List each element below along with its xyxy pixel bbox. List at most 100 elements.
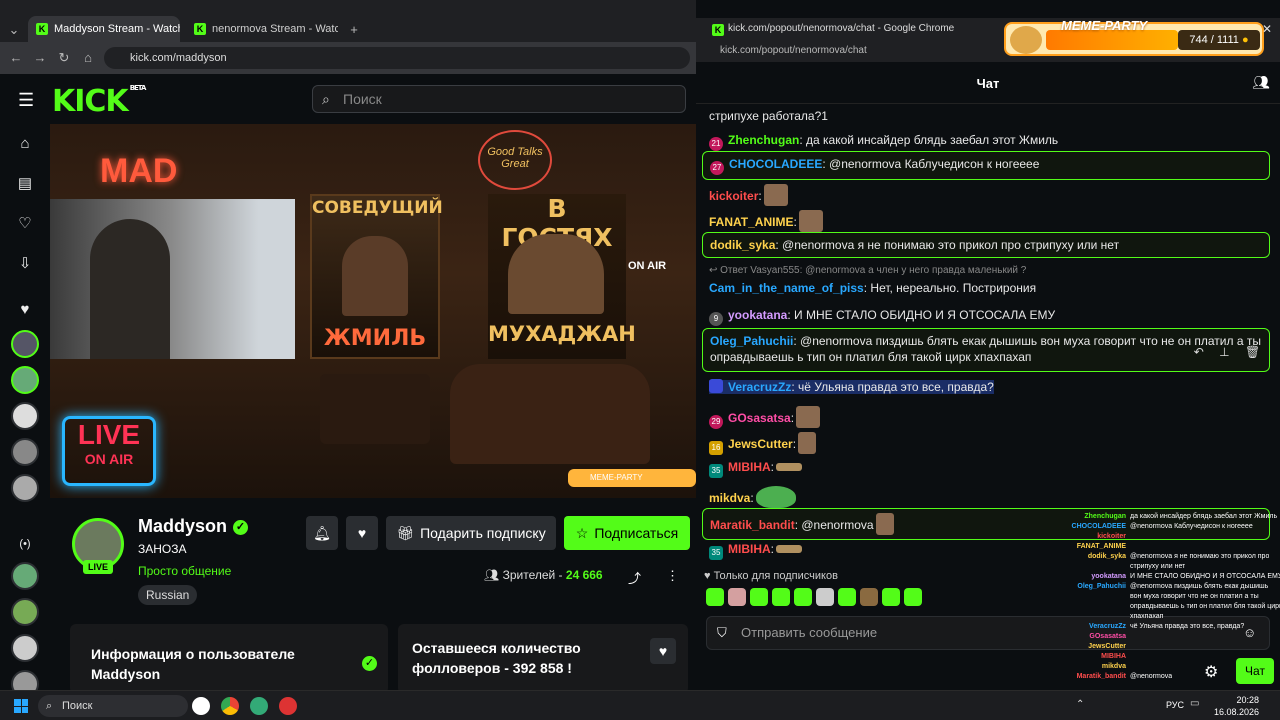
yandex-browser-icon[interactable] (192, 697, 210, 715)
quick-emote-row (706, 588, 946, 608)
network-icon[interactable]: ▭ (1190, 698, 1199, 709)
emote-icon[interactable] (904, 588, 922, 606)
followed-channel-avatar[interactable] (11, 402, 39, 430)
sub-badge-icon: 16 (709, 441, 723, 455)
chat-username[interactable]: yookatana (728, 308, 787, 322)
overlay-chat-row: оправдываешь ь тип он платил бля такой ц… (1130, 603, 1280, 610)
about-user-title: Информация о пользователе Maddyson (91, 646, 295, 682)
emote-icon[interactable] (706, 588, 724, 606)
live-channels-icon[interactable]: (•) (13, 532, 37, 556)
streamer-silhouette (90, 219, 170, 359)
emote-icon[interactable] (728, 588, 746, 606)
taskbar-clock[interactable]: 20:28 16.08.2026 (1214, 694, 1259, 718)
chat-message[interactable]: Cam_in_the_name_of_piss: Нет, нереально.… (702, 276, 1270, 300)
followed-channel-avatar[interactable] (11, 438, 39, 466)
delete-icon[interactable]: 🗑︎ (1245, 345, 1260, 359)
subscribe-button[interactable]: ☆ Подписаться (564, 516, 690, 550)
language-indicator[interactable]: РУС (1166, 700, 1184, 710)
recommended-channel-avatar[interactable] (11, 562, 39, 590)
tab-search-icon[interactable]: ⌄ (6, 22, 22, 38)
follow-heart-button[interactable]: ♥ (650, 638, 676, 664)
recommended-channel-avatar[interactable] (11, 598, 39, 626)
streamer-name[interactable]: Maddyson ✓ (138, 516, 249, 537)
menu-icon[interactable]: ☰ (18, 90, 34, 111)
shield-icon: ⛉ (717, 625, 727, 640)
poster-cohost: СОВЕДУЩИЙ ЖМИЛЬ (310, 194, 443, 359)
verified-icon: ✓ (233, 520, 249, 535)
search-icon: ⌕ (322, 91, 330, 107)
search-input[interactable]: ⌕ Поиск (312, 85, 686, 113)
new-tab-button[interactable]: + (346, 22, 362, 38)
chrome-icon[interactable] (221, 697, 239, 715)
share-icon[interactable]: ⤴ (628, 568, 641, 587)
chat-message[interactable]: 9 yookatana: И МНЕ СТАЛО ОБИДНО И Я ОТСОС… (702, 303, 1270, 330)
chat-username[interactable]: Zhenchugan (728, 133, 799, 147)
app-icon[interactable] (250, 697, 268, 715)
chat-message[interactable]: 35 MIBIHA: (702, 455, 1270, 482)
back-icon[interactable]: ← (8, 50, 24, 66)
kick-favicon-icon: K (36, 23, 48, 35)
poster-guest: В ГОСТЯХ МУХАДЖАН (488, 194, 636, 359)
chat-message[interactable]: 27 CHOCOLADEEE: @nenormova Каблучедисон к… (702, 151, 1270, 180)
window-close-icon[interactable]: ✕ (1262, 22, 1272, 36)
chat-username[interactable]: Cam_in_the_name_of_piss (709, 281, 864, 295)
chat-message[interactable]: VeracruzZz: чё Ульяна правда это все, пр… (702, 375, 1270, 399)
chat-message-highlighted[interactable]: Oleg_Pahuchii: @nenormova пиздишь блять … (702, 328, 1270, 372)
followed-channel-avatar[interactable] (11, 366, 39, 394)
followed-channel-avatar[interactable] (11, 474, 39, 502)
chat-username[interactable]: CHOCOLADEEE (729, 157, 822, 171)
emote-icon[interactable] (816, 588, 834, 606)
app-icon[interactable] (279, 697, 297, 715)
chat-username[interactable]: kickoiter (709, 189, 758, 203)
chat-message[interactable]: dodik_syka: @nenormova я не понимаю это … (702, 232, 1270, 258)
recommended-channel-avatar[interactable] (11, 670, 39, 690)
stream-language-tag[interactable]: Russian (138, 585, 198, 605)
notifications-bell-button[interactable]: 🔔︎ (306, 516, 338, 550)
chat-username[interactable]: MIBIHA (728, 460, 771, 474)
pin-icon[interactable]: ⊥ (1219, 345, 1229, 359)
tab-maddyson[interactable]: K Maddyson Stream - Watch ✕ (28, 16, 180, 42)
emote-icon[interactable] (772, 588, 790, 606)
taskbar-search[interactable]: ⌕ Поиск (38, 695, 188, 717)
about-user-card: Информация о пользователе Maddyson ✓ (70, 624, 388, 690)
reload-icon[interactable]: ↻ (56, 50, 72, 66)
gift-subscription-button[interactable]: 🎁︎ Подарить подписку (386, 516, 556, 550)
emote-icon[interactable] (838, 588, 856, 606)
clips-icon[interactable]: ⇩ (13, 252, 37, 276)
video-player[interactable]: MAD СОВЕДУЩИЙ ЖМИЛЬ Good Talks Great В Г… (50, 124, 696, 498)
url-field[interactable]: kick.com/maddyson (104, 47, 690, 69)
chat-username[interactable]: FANAT_ANIME (709, 215, 793, 229)
tab-nenormova[interactable]: K nenormova Stream - Watch Liv ✕ (186, 16, 338, 42)
stream-category[interactable]: Просто общение (138, 564, 231, 578)
chat-message[interactable]: стрипухе работала?1 (702, 104, 1270, 128)
chat-username[interactable]: GOsasatsa (728, 411, 791, 425)
kick-header: ☰ KICK BETA ⌕ Поиск (0, 74, 696, 124)
forward-icon[interactable]: → (32, 50, 48, 66)
tray-chevron-icon[interactable]: ⌃ (1076, 699, 1084, 710)
chat-users-icon[interactable]: 👥︎ (1252, 74, 1270, 91)
windows-start-icon[interactable] (14, 699, 28, 713)
chat-username[interactable]: MIBIHA (728, 542, 771, 556)
chat-username[interactable]: mikdva (709, 491, 750, 505)
browse-icon[interactable]: ▤ (13, 172, 37, 196)
recommended-channel-avatar[interactable] (11, 634, 39, 662)
chat-username[interactable]: VeracruzZz (728, 380, 791, 394)
kick-logo[interactable]: KICK BETA (52, 84, 146, 119)
chat-username[interactable]: dodik_syka (710, 238, 775, 252)
follow-heart-button[interactable]: ♥ (346, 516, 378, 550)
chat-username[interactable]: Oleg_Pahuchii (710, 334, 793, 348)
more-options-icon[interactable]: ⋮ (666, 568, 679, 584)
emote-icon[interactable] (860, 588, 878, 606)
emote-icon[interactable] (882, 588, 900, 606)
chat-username[interactable]: Maratik_bandit (710, 518, 795, 532)
emote-icon[interactable] (750, 588, 768, 606)
home-icon[interactable]: ⌂ (80, 50, 96, 66)
reply-icon[interactable]: ↶ (1194, 345, 1204, 359)
chat-username[interactable]: JewsCutter (728, 437, 793, 451)
favorites-heart-icon[interactable]: ♥ (13, 298, 37, 322)
followed-channel-avatar[interactable] (11, 330, 39, 358)
gift-label: Подарить подписку (420, 525, 546, 541)
emote-icon[interactable] (794, 588, 812, 606)
home-icon[interactable]: ⌂ (13, 132, 37, 156)
following-icon[interactable]: ♡ (13, 212, 37, 236)
